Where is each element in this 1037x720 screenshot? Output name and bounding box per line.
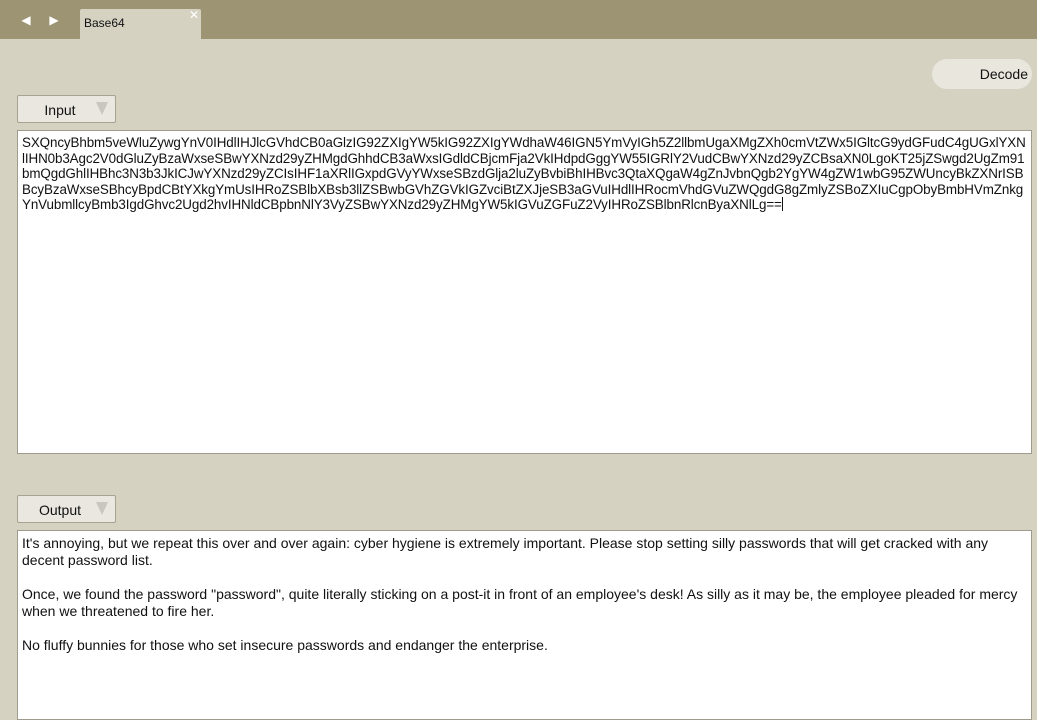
input-mode-select[interactable]: Input: [17, 95, 116, 123]
input-mode-label: Input: [44, 102, 76, 118]
tab-label: Base64: [84, 16, 125, 30]
input-text: SXQncyBhbm5veWluZywgYnV0IHdlIHJlcGVhdCB0…: [22, 135, 1026, 212]
output-paragraph: It's annoying, but we repeat this over a…: [22, 535, 989, 568]
text-cursor: [781, 197, 783, 211]
output-mode-label: Output: [38, 502, 82, 518]
dropdown-arrow-icon: [96, 502, 108, 515]
dropdown-arrow-icon: [96, 102, 108, 115]
input-textarea[interactable]: SXQncyBhbm5veWluZywgYnV0IHdlIHJlcGVhdCB0…: [17, 130, 1032, 454]
output-textarea[interactable]: It's annoying, but we repeat this over a…: [17, 530, 1032, 720]
top-bar: ◀ ▶ Base64 ✕: [0, 0, 1037, 39]
tab-base64[interactable]: Base64 ✕: [80, 8, 201, 39]
output-paragraph: Once, we found the password "password", …: [22, 586, 1018, 619]
output-paragraph: No fluffy bunnies for those who set inse…: [22, 637, 548, 653]
forward-icon[interactable]: ▶: [46, 12, 62, 28]
output-mode-select[interactable]: Output: [17, 495, 116, 523]
back-icon[interactable]: ◀: [18, 12, 34, 28]
decode-button[interactable]: Decode: [932, 59, 1032, 89]
close-icon[interactable]: ✕: [189, 8, 199, 22]
